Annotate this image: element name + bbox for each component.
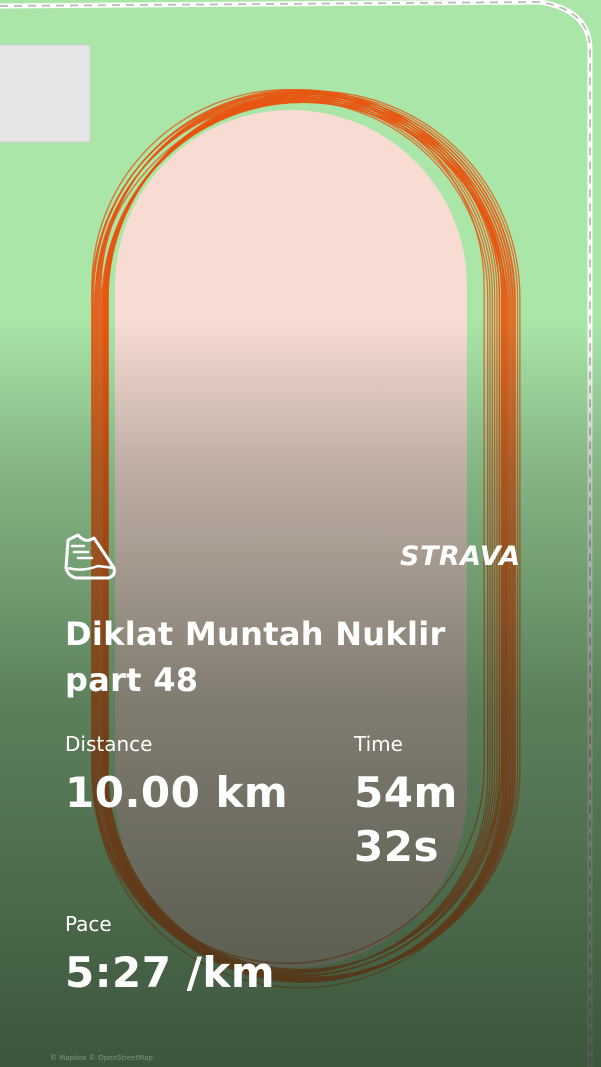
distance-value: 10.00 km: [65, 768, 289, 817]
map-attribution: © Mapbox © OpenStreetMap: [50, 1054, 153, 1062]
distance-label: Distance: [65, 732, 153, 756]
time-label: Time: [354, 732, 403, 756]
strava-logo: STRAVA: [400, 541, 521, 572]
pace-value: 5:27 /km: [65, 948, 276, 997]
activity-title: Diklat Muntah Nuklir part 48: [65, 615, 446, 699]
share-card: STRAVA Diklat Muntah Nuklir part 48 Dist…: [0, 0, 601, 1067]
pace-label: Pace: [65, 912, 112, 936]
time-value: 54m 32s: [354, 768, 458, 871]
running-shoe-icon: [64, 533, 116, 580]
